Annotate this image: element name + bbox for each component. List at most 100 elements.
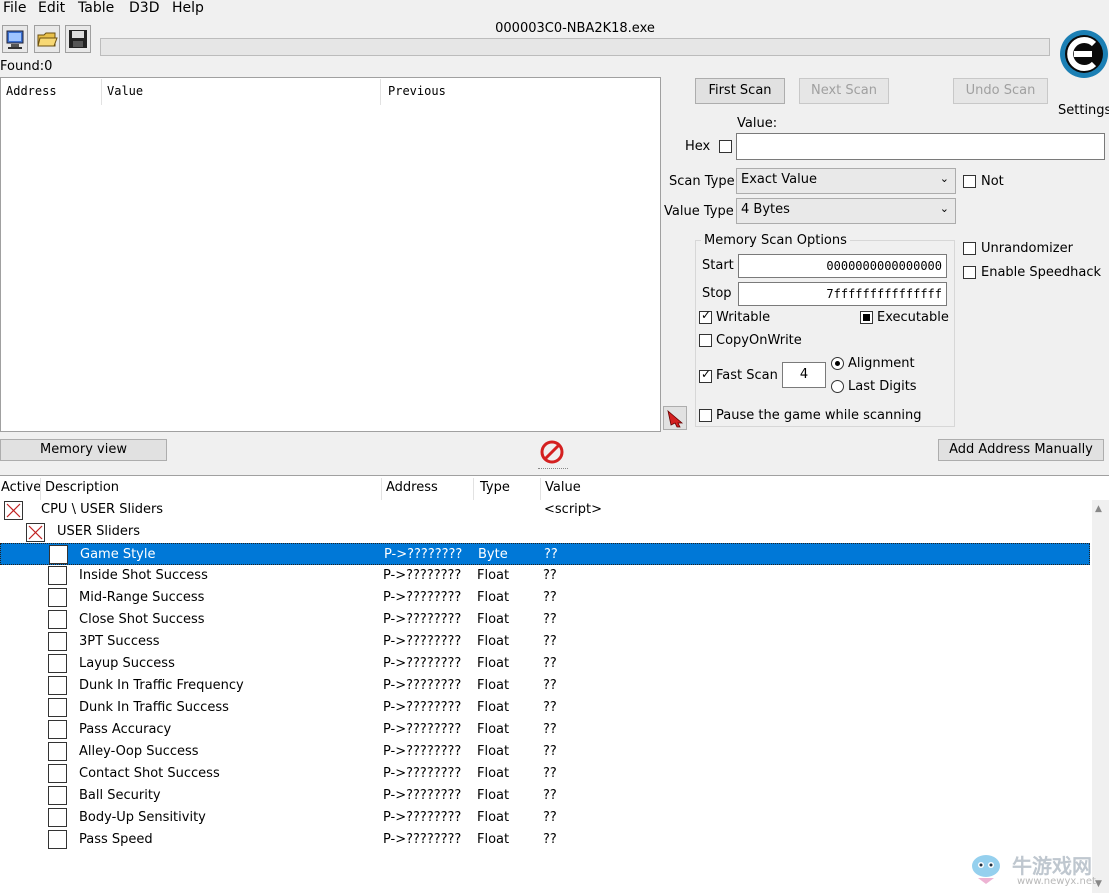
row-description: Alley-Oop Success [79,744,199,759]
scan-results-list[interactable]: Address Value Previous [0,77,661,432]
table-row[interactable]: 3PT Success P->???????? Float ?? [0,631,1090,653]
open-process-button[interactable] [2,25,28,53]
menu-d3d[interactable]: D3D [129,0,159,16]
value-type-select[interactable]: 4 Bytes ⌄ [736,198,956,224]
active-checkbox[interactable] [48,588,67,607]
menu-d3d-label: D3D [129,0,160,16]
row-address: P->???????? [383,568,462,583]
table-row[interactable]: Ball Security P->???????? Float ?? [0,785,1090,807]
next-scan-button[interactable]: Next Scan [799,78,889,104]
row-type: Float [477,744,510,759]
value-input[interactable] [736,133,1105,160]
active-checkbox[interactable] [48,610,67,629]
table-group-row[interactable]: USER Sliders [0,521,1090,543]
active-checkbox[interactable] [48,830,67,849]
active-checkbox[interactable] [48,742,67,761]
table-row[interactable]: Game Style P->???????? Byte ?? [0,543,1090,565]
table-row[interactable]: Mid-Range Success P->???????? Float ?? [0,587,1090,609]
chevron-down-icon: ⌄ [939,202,949,215]
table-row[interactable]: Contact Shot Success P->???????? Float ?… [0,763,1090,785]
fast-scan-checkbox[interactable] [699,367,712,383]
hex-checkbox[interactable] [719,140,732,153]
column-value[interactable]: Value [107,84,143,98]
last-digits-radio[interactable] [831,380,844,393]
column-address[interactable]: Address [6,84,57,98]
speedhack-checkbox[interactable] [963,266,976,279]
table-row[interactable]: Dunk In Traffic Frequency P->???????? Fl… [0,675,1090,697]
executable-checkbox[interactable] [860,311,873,324]
menu-file[interactable]: File [3,0,26,16]
column-divider [380,79,381,105]
column-value[interactable]: Value [545,480,581,495]
undo-scan-button[interactable]: Undo Scan [953,78,1048,104]
pause-game-checkbox[interactable] [699,409,712,422]
active-checkbox[interactable] [48,786,67,805]
table-row[interactable]: Pass Speed P->???????? Float ?? [0,829,1090,851]
table-row[interactable]: Body-Up Sensitivity P->???????? Float ?? [0,807,1090,829]
splitter-handle[interactable] [538,468,568,472]
add-selected-to-list-button[interactable] [663,406,687,430]
row-address: P->???????? [383,700,462,715]
menu-edit[interactable]: Edit [38,0,65,16]
column-active[interactable]: Active [1,480,41,495]
alignment-radio[interactable] [831,357,844,370]
row-value: ?? [543,766,557,781]
active-checkbox[interactable] [48,654,67,673]
table-row[interactable]: Pass Accuracy P->???????? Float ?? [0,719,1090,741]
settings-button[interactable] [1056,18,1108,88]
active-checkbox[interactable] [49,545,68,564]
fast-scan-label: Fast Scan [716,368,778,383]
row-description: Pass Accuracy [79,722,172,737]
memory-view-button[interactable]: Memory view [0,439,167,461]
column-address[interactable]: Address [386,480,438,495]
active-x-checkbox[interactable] [26,523,45,542]
vertical-scrollbar[interactable]: ▲ ▼ [1092,500,1109,893]
table-row[interactable]: Alley-Oop Success P->???????? Float ?? [0,741,1090,763]
active-checkbox[interactable] [48,632,67,651]
scroll-up-icon[interactable]: ▲ [1095,504,1102,514]
value-type-label: Value Type [664,204,734,219]
active-checkbox[interactable] [48,808,67,827]
add-address-manually-button[interactable]: Add Address Manually [938,439,1104,461]
table-row[interactable]: Inside Shot Success P->???????? Float ?? [0,565,1090,587]
group-value: <script> [544,502,603,517]
active-checkbox[interactable] [48,566,67,585]
pause-game-label: Pause the game while scanning [716,408,922,423]
scan-type-select[interactable]: Exact Value ⌄ [736,168,956,194]
row-type: Float [477,634,510,649]
column-previous[interactable]: Previous [388,84,446,98]
writable-checkbox[interactable] [699,308,712,324]
active-checkbox[interactable] [48,764,67,783]
row-type: Float [477,788,510,803]
stop-sign-icon [540,440,564,464]
column-type[interactable]: Type [480,480,510,495]
column-divider [101,79,102,105]
row-description: Body-Up Sensitivity [79,810,206,825]
start-address-input[interactable]: 0000000000000000 [738,254,947,278]
copyonwrite-checkbox[interactable] [699,334,712,347]
open-file-button[interactable] [34,25,60,53]
clear-list-button[interactable] [540,440,564,464]
table-row[interactable]: Layup Success P->???????? Float ?? [0,653,1090,675]
unrandomizer-checkbox[interactable] [963,242,976,255]
menu-table[interactable]: Table [78,0,114,16]
active-checkbox[interactable] [48,720,67,739]
active-checkbox[interactable] [48,698,67,717]
table-group-row[interactable]: CPU \ USER Sliders <script> [0,499,1090,521]
column-description[interactable]: Description [45,480,119,495]
settings-label: Settings [1058,103,1109,118]
stop-address-input[interactable]: 7fffffffffffffff [738,282,947,306]
row-type: Float [477,612,510,627]
active-x-checkbox[interactable] [4,501,23,520]
table-row[interactable]: Dunk In Traffic Success P->???????? Floa… [0,697,1090,719]
active-checkbox[interactable] [48,676,67,695]
scroll-down-icon[interactable]: ▼ [1095,879,1102,889]
save-button[interactable] [65,25,91,53]
menu-help[interactable]: Help [172,0,204,16]
first-scan-button[interactable]: First Scan [695,78,785,104]
table-row[interactable]: Close Shot Success P->???????? Float ?? [0,609,1090,631]
fast-scan-alignment-input[interactable]: 4 [782,362,826,388]
row-type: Float [477,656,510,671]
not-checkbox[interactable] [963,175,976,188]
unrandomizer-label: Unrandomizer [981,241,1073,256]
